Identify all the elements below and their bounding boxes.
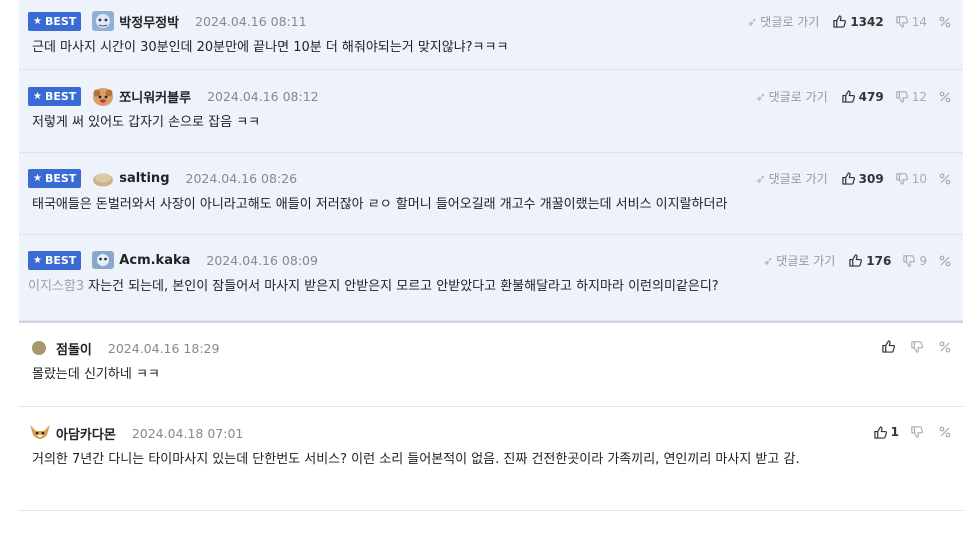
- best-badge: ★ BEST: [28, 168, 82, 188]
- comment-text: 태국애들은 돈벌러와서 사장이 아니라고해도 애들이 저러잖아 ㄹㅇ 할머니 들…: [32, 197, 728, 212]
- avatar[interactable]: [91, 85, 115, 107]
- arrow-icon: ➶: [747, 15, 758, 29]
- star-icon: ★: [33, 90, 42, 102]
- avatar[interactable]: [28, 422, 52, 444]
- avatar[interactable]: [91, 167, 115, 189]
- dislike-button[interactable]: 9: [903, 254, 927, 268]
- avatar[interactable]: [91, 10, 115, 32]
- nickname[interactable]: Acm.kaka: [119, 253, 190, 268]
- best-badge: ★ BEST: [28, 11, 82, 31]
- goto-comment-link[interactable]: ➶ 댓글로 가기: [756, 170, 828, 187]
- comment-item: 점돌이 2024.04.16 18:29 몰랐는데 신기하네 ㅋㅋ: [19, 321, 963, 407]
- timestamp: 2024.04.16 08:26: [185, 170, 298, 186]
- thumbs-up-icon: [882, 340, 895, 353]
- nickname[interactable]: 박정무정박: [119, 12, 179, 31]
- comment-text: 근데 마사지 시간이 30분인데 20분만에 끝나면 10분 더 해줘야되는거 …: [32, 40, 509, 55]
- dislike-button[interactable]: 10: [896, 172, 927, 186]
- star-icon: ★: [33, 172, 42, 184]
- arrow-icon: ➶: [763, 254, 774, 268]
- dislike-count: 9: [919, 253, 927, 268]
- star-icon: ★: [33, 15, 42, 27]
- goto-comment-link[interactable]: ➶ 댓글로 가기: [763, 252, 835, 269]
- timestamp: 2024.04.16 08:12: [207, 88, 319, 104]
- arrow-icon: ➶: [755, 172, 766, 186]
- comment-text: 저렇게 써 있어도 갑자기 손으로 잡음 ㅋㅋ: [32, 115, 261, 130]
- nickname[interactable]: salting: [119, 171, 169, 186]
- goto-comment-link[interactable]: ➶ 댓글로 가기: [747, 13, 819, 30]
- best-badge: ★ BEST: [28, 250, 82, 270]
- comment-item: ★ BEST 쪼니워커블루 2024.04.16 08:12 ➶ 댓글로 가기 47…: [19, 70, 963, 153]
- thumbs-up-icon: [833, 15, 847, 28]
- timestamp: 2024.04.16 08:09: [206, 252, 318, 268]
- thumbs-down-icon: [896, 172, 908, 185]
- thumbs-up-icon: [841, 172, 855, 185]
- like-count: 1342: [850, 14, 884, 29]
- like-count: 479: [858, 89, 884, 104]
- share-icon[interactable]: [939, 341, 951, 353]
- thumbs-down-icon: [911, 340, 923, 353]
- like-count: 1: [890, 425, 899, 439]
- dislike-count: 14: [911, 14, 927, 29]
- timestamp: 2024.04.18 07:01: [131, 425, 244, 441]
- thumbs-up-icon: [841, 90, 855, 103]
- like-button[interactable]: 1342: [833, 14, 884, 29]
- like-button[interactable]: 479: [841, 89, 884, 104]
- mention[interactable]: 이지스함3: [28, 279, 84, 294]
- nickname[interactable]: 쪼니워커블루: [119, 87, 191, 106]
- share-icon[interactable]: [939, 91, 951, 103]
- avatar[interactable]: [28, 337, 52, 359]
- comment-list: ★ BEST 박정무정박 2024.04.16 08:11 ➶ 댓글로 가기 134…: [19, 0, 963, 511]
- dislike-button[interactable]: 14: [896, 15, 927, 29]
- like-count: 176: [866, 253, 892, 268]
- avatar[interactable]: [91, 249, 115, 271]
- dislike-button[interactable]: 12: [896, 90, 927, 104]
- comment-item: ★ BEST Acm.kaka 2024.04.16 08:09 ➶ 댓글로 가기 …: [19, 235, 963, 321]
- timestamp: 2024.04.16 18:29: [107, 340, 220, 356]
- comment-text: 자는건 되는데, 본인이 잠들어서 마사지 받은지 안받은지 모르고 안받았다고…: [88, 279, 719, 294]
- comment-item: ★ BEST salting 2024.04.16 08:26 ➶ 댓글로 가기 3…: [19, 153, 963, 235]
- thumbs-down-icon: [911, 426, 923, 438]
- comment-text: 거의한 7년간 다니는 타이마사지 있는데 단한번도 서비스? 이런 소리 들어…: [32, 452, 800, 467]
- thumbs-down-icon: [896, 90, 908, 103]
- best-badge: ★ BEST: [28, 86, 82, 106]
- dislike-button[interactable]: [911, 340, 927, 353]
- share-icon[interactable]: [939, 16, 951, 28]
- like-button[interactable]: 309: [841, 171, 884, 186]
- like-button[interactable]: 1: [873, 425, 899, 439]
- thumbs-up-icon: [849, 254, 863, 267]
- dislike-count: 10: [911, 171, 927, 186]
- nickname[interactable]: 점돌이: [56, 339, 92, 358]
- share-icon[interactable]: [939, 426, 951, 438]
- dislike-count: 12: [911, 89, 927, 104]
- star-icon: ★: [33, 254, 42, 266]
- share-icon[interactable]: [939, 255, 951, 267]
- nickname[interactable]: 아담카다몬: [56, 424, 116, 443]
- thumbs-down-icon: [903, 254, 916, 267]
- arrow-icon: ➶: [755, 90, 766, 104]
- like-button[interactable]: 176: [849, 254, 891, 268]
- goto-comment-link[interactable]: ➶ 댓글로 가기: [756, 88, 828, 105]
- share-icon[interactable]: [939, 173, 951, 185]
- comment-item: ★ BEST 박정무정박 2024.04.16 08:11 ➶ 댓글로 가기 134…: [19, 0, 963, 70]
- dislike-button[interactable]: [911, 426, 927, 438]
- comment-text: 몰랐는데 신기하네 ㅋㅋ: [32, 367, 160, 382]
- like-count: 309: [858, 171, 884, 186]
- thumbs-down-icon: [896, 15, 908, 28]
- like-button[interactable]: [882, 340, 899, 353]
- thumbs-up-icon: [873, 425, 887, 439]
- timestamp: 2024.04.16 08:11: [195, 13, 307, 29]
- comment-item: 아담카다몬 2024.04.18 07:01 1 거의한 7년간 다니는 타이마…: [19, 407, 963, 511]
